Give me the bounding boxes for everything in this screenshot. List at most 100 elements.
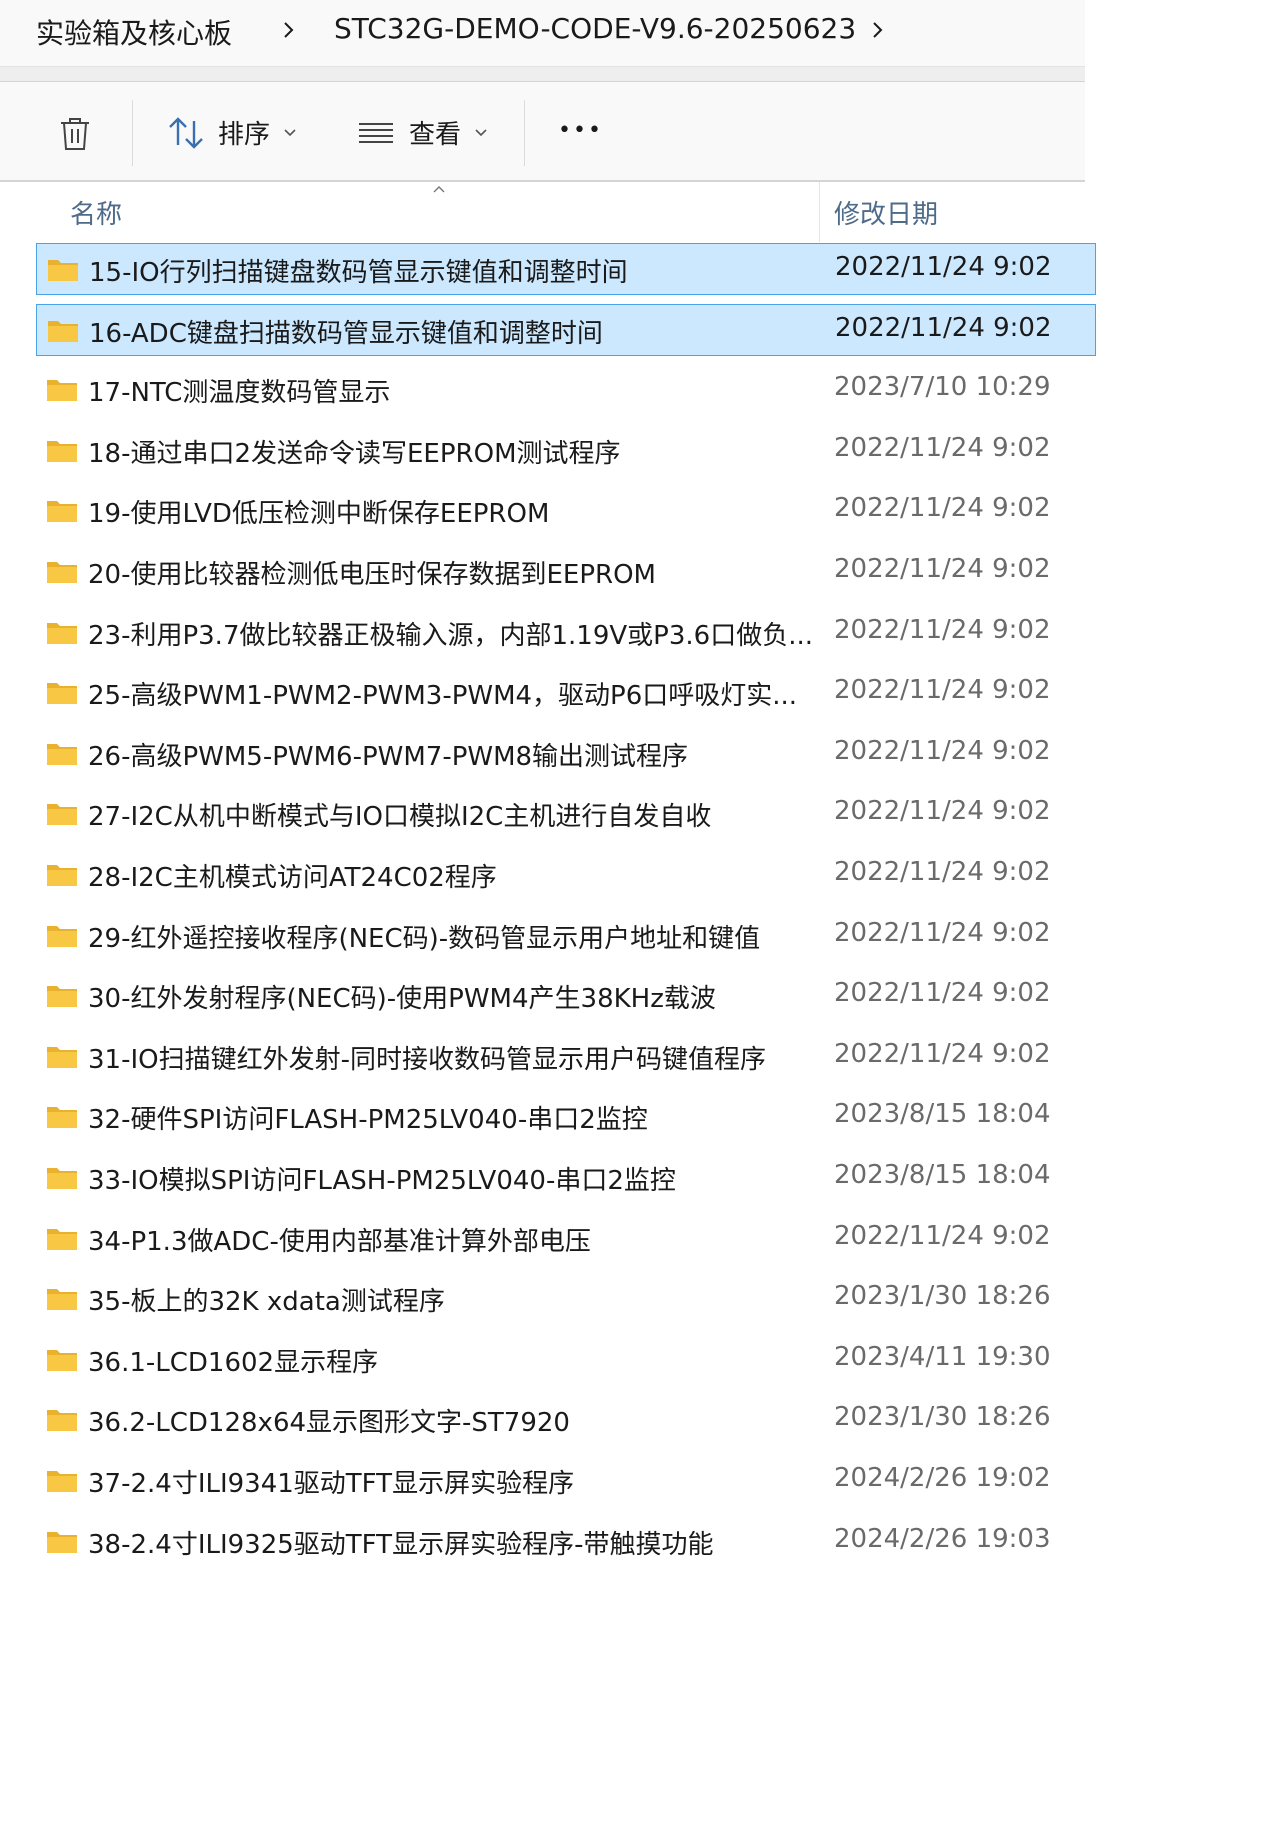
file-row[interactable]: 28-I2C主机模式访问AT24C02程序 2022/11/24 9:02 [36, 849, 1096, 901]
chevron-right-icon[interactable] [868, 18, 888, 42]
file-modified-date: 2022/11/24 9:02 [834, 614, 1051, 645]
file-row[interactable]: 16-ADC键盘扫描数码管显示键值和调整时间 2022/11/24 9:02 [36, 303, 1096, 356]
file-modified-date: 2023/8/15 18:04 [834, 1160, 1051, 1190]
file-row[interactable]: 25-高级PWM1-PWM2-PWM3-PWM4，驱动P6口呼吸灯实... 202… [36, 667, 1096, 719]
folder-icon [47, 743, 77, 765]
more-options-button[interactable]: ••• [558, 118, 603, 143]
file-name: 15-IO行列扫描键盘数码管显示键值和调整时间 [89, 258, 628, 288]
file-modified-date: 2022/11/24 9:02 [834, 796, 1051, 827]
toolbar-divider [132, 100, 133, 166]
column-header-name[interactable]: 名称 [70, 194, 122, 231]
breadcrumb-item-current[interactable]: STC32G-DEMO-CODE-V9.6-20250623 [334, 12, 856, 45]
trash-icon [61, 118, 89, 150]
file-row[interactable]: 29-红外遥控接收程序(NEC码)-数码管显示用户地址和键值 2022/11/24… [36, 910, 1096, 962]
file-name: 19-使用LVD低压检测中断保存EEPROM [88, 499, 550, 530]
file-row[interactable]: 19-使用LVD低压检测中断保存EEPROM 2022/11/24 9:02 [36, 485, 1096, 537]
folder-icon [47, 380, 77, 402]
file-modified-date: 2023/8/15 18:04 [834, 1099, 1051, 1130]
file-row[interactable]: 30-红外发射程序(NEC码)-使用PWM4产生38KHz载波 2022/11/2… [36, 970, 1096, 1022]
view-button[interactable]: 查看 [357, 114, 489, 151]
chevron-right-icon[interactable] [279, 18, 299, 42]
file-modified-date: 2022/11/24 9:02 [834, 917, 1051, 948]
more-icon: ••• [558, 118, 603, 143]
file-name: 34-P1.3做ADC-使用内部基准计算外部电压 [88, 1226, 591, 1257]
file-name: 17-NTC测温度数码管显示 [88, 378, 391, 409]
file-row[interactable]: 33-IO模拟SPI访问FLASH-PM25LV040-串口2监控 2023/8/… [36, 1152, 1096, 1204]
file-row[interactable]: 38-2.4寸ILI9325驱动TFT显示屏实验程序-带触摸功能 2024/2/2… [36, 1516, 1096, 1568]
file-modified-date: 2023/1/30 18:26 [834, 1402, 1051, 1433]
file-modified-date: 2022/11/24 9:02 [835, 252, 1052, 282]
folder-icon [47, 1410, 77, 1432]
file-name: 36.1-LCD1602显示程序 [88, 1347, 379, 1378]
breadcrumb-item-parent[interactable]: 实验箱及核心板 [36, 12, 232, 52]
file-name: 38-2.4寸ILI9325驱动TFT显示屏实验程序-带触摸功能 [88, 1529, 714, 1560]
sort-button[interactable]: 排序 [166, 114, 298, 151]
file-name: 37-2.4寸ILI9341驱动TFT显示屏实验程序 [88, 1469, 575, 1499]
file-modified-date: 2023/4/11 19:30 [834, 1341, 1051, 1372]
file-modified-date: 2022/11/24 9:02 [834, 857, 1051, 887]
file-modified-date: 2023/1/30 18:26 [834, 1281, 1051, 1312]
file-row[interactable]: 15-IO行列扫描键盘数码管显示键值和调整时间 2022/11/24 9:02 [36, 243, 1096, 295]
file-row[interactable]: 34-P1.3做ADC-使用内部基准计算外部电压 2022/11/24 9:02 [36, 1213, 1096, 1265]
file-row[interactable]: 35-板上的32K xdata测试程序 2023/1/30 18:26 [36, 1273, 1096, 1325]
header-divider [0, 66, 1085, 83]
folder-icon [47, 1168, 77, 1189]
delete-button[interactable] [58, 116, 92, 152]
file-modified-date: 2022/11/24 9:02 [834, 675, 1051, 706]
column-header-modified[interactable]: 修改日期 [834, 194, 938, 231]
file-name: 25-高级PWM1-PWM2-PWM3-PWM4，驱动P6口呼吸灯实... [88, 681, 798, 712]
sort-arrows-icon [169, 116, 203, 149]
file-modified-date: 2022/11/24 9:02 [834, 432, 1051, 463]
file-row[interactable]: 23-利用P3.7做比较器正极输入源，内部1.19V或P3.6口做负... 202… [36, 607, 1096, 659]
folder-icon [48, 320, 78, 342]
file-row[interactable]: 31-IO扫描键红外发射-同时接收数码管显示用户码键值程序 2022/11/24 … [36, 1031, 1096, 1083]
file-name: 26-高级PWM5-PWM6-PWM7-PWM8输出测试程序 [88, 741, 689, 772]
file-modified-date: 2022/11/24 9:02 [834, 493, 1051, 524]
list-view-icon [359, 122, 393, 143]
file-name: 16-ADC键盘扫描数码管显示键值和调整时间 [89, 318, 603, 349]
file-name: 32-硬件SPI访问FLASH-PM25LV040-串口2监控 [88, 1105, 648, 1136]
folder-icon [47, 804, 77, 826]
folder-icon [48, 260, 78, 281]
sort-ascending-icon [433, 186, 445, 193]
file-row[interactable]: 20-使用比较器检测低电压时保存数据到EEPROM 2022/11/24 9:02 [36, 546, 1096, 598]
file-modified-date: 2024/2/26 19:02 [834, 1463, 1051, 1493]
column-divider[interactable] [819, 182, 820, 242]
command-toolbar: 排序 查看 ••• [0, 82, 1085, 182]
file-name: 27-I2C从机中断模式与IO口模拟I2C主机进行自发自收 [88, 802, 712, 833]
file-row[interactable]: 27-I2C从机中断模式与IO口模拟I2C主机进行自发自收 2022/11/24 … [36, 788, 1096, 840]
file-row[interactable]: 36.2-LCD128x64显示图形文字-ST7920 2023/1/30 18:… [36, 1394, 1096, 1446]
folder-icon [47, 1471, 77, 1492]
file-name: 28-I2C主机模式访问AT24C02程序 [88, 863, 497, 893]
file-row[interactable]: 17-NTC测温度数码管显示 2023/7/10 10:29 [36, 364, 1096, 416]
file-modified-date: 2022/11/24 9:02 [834, 1038, 1051, 1069]
chevron-down-icon [475, 128, 487, 136]
folder-icon [47, 562, 77, 583]
folder-icon [47, 501, 77, 523]
file-name: 35-板上的32K xdata测试程序 [88, 1287, 445, 1318]
file-row[interactable]: 37-2.4寸ILI9341驱动TFT显示屏实验程序 2024/2/26 19:0… [36, 1455, 1096, 1507]
file-name: 29-红外遥控接收程序(NEC码)-数码管显示用户地址和键值 [88, 923, 761, 954]
file-modified-date: 2022/11/24 9:02 [835, 312, 1052, 343]
folder-icon [47, 622, 77, 644]
file-row[interactable]: 26-高级PWM5-PWM6-PWM7-PWM8输出测试程序 2022/11/24… [36, 728, 1096, 780]
file-modified-date: 2022/11/24 9:02 [834, 978, 1051, 1009]
folder-icon [47, 1349, 77, 1371]
breadcrumb: 实验箱及核心板 STC32G-DEMO-CODE-V9.6-20250623 [0, 0, 1085, 66]
file-row[interactable]: 18-通过串口2发送命令读写EEPROM测试程序 2022/11/24 9:02 [36, 425, 1096, 477]
file-modified-date: 2022/11/24 9:02 [834, 554, 1051, 584]
file-list: 名称 修改日期 15-IO行列扫描键盘数码管显示键值和调整时间 2022/11/2… [0, 182, 1096, 1568]
file-modified-date: 2022/11/24 9:02 [834, 1220, 1051, 1251]
file-name: 33-IO模拟SPI访问FLASH-PM25LV040-串口2监控 [88, 1166, 676, 1196]
file-row[interactable]: 32-硬件SPI访问FLASH-PM25LV040-串口2监控 2023/8/15… [36, 1091, 1096, 1143]
folder-icon [47, 1107, 77, 1129]
view-label: 查看 [409, 120, 462, 150]
sort-label: 排序 [218, 120, 271, 150]
file-modified-date: 2022/11/24 9:02 [834, 735, 1051, 766]
folder-icon [47, 865, 77, 886]
file-row[interactable]: 36.1-LCD1602显示程序 2023/4/11 19:30 [36, 1334, 1096, 1386]
file-name: 20-使用比较器检测低电压时保存数据到EEPROM [88, 560, 656, 590]
file-modified-date: 2023/7/10 10:29 [834, 372, 1051, 403]
folder-icon [47, 986, 77, 1008]
folder-icon [47, 440, 77, 462]
